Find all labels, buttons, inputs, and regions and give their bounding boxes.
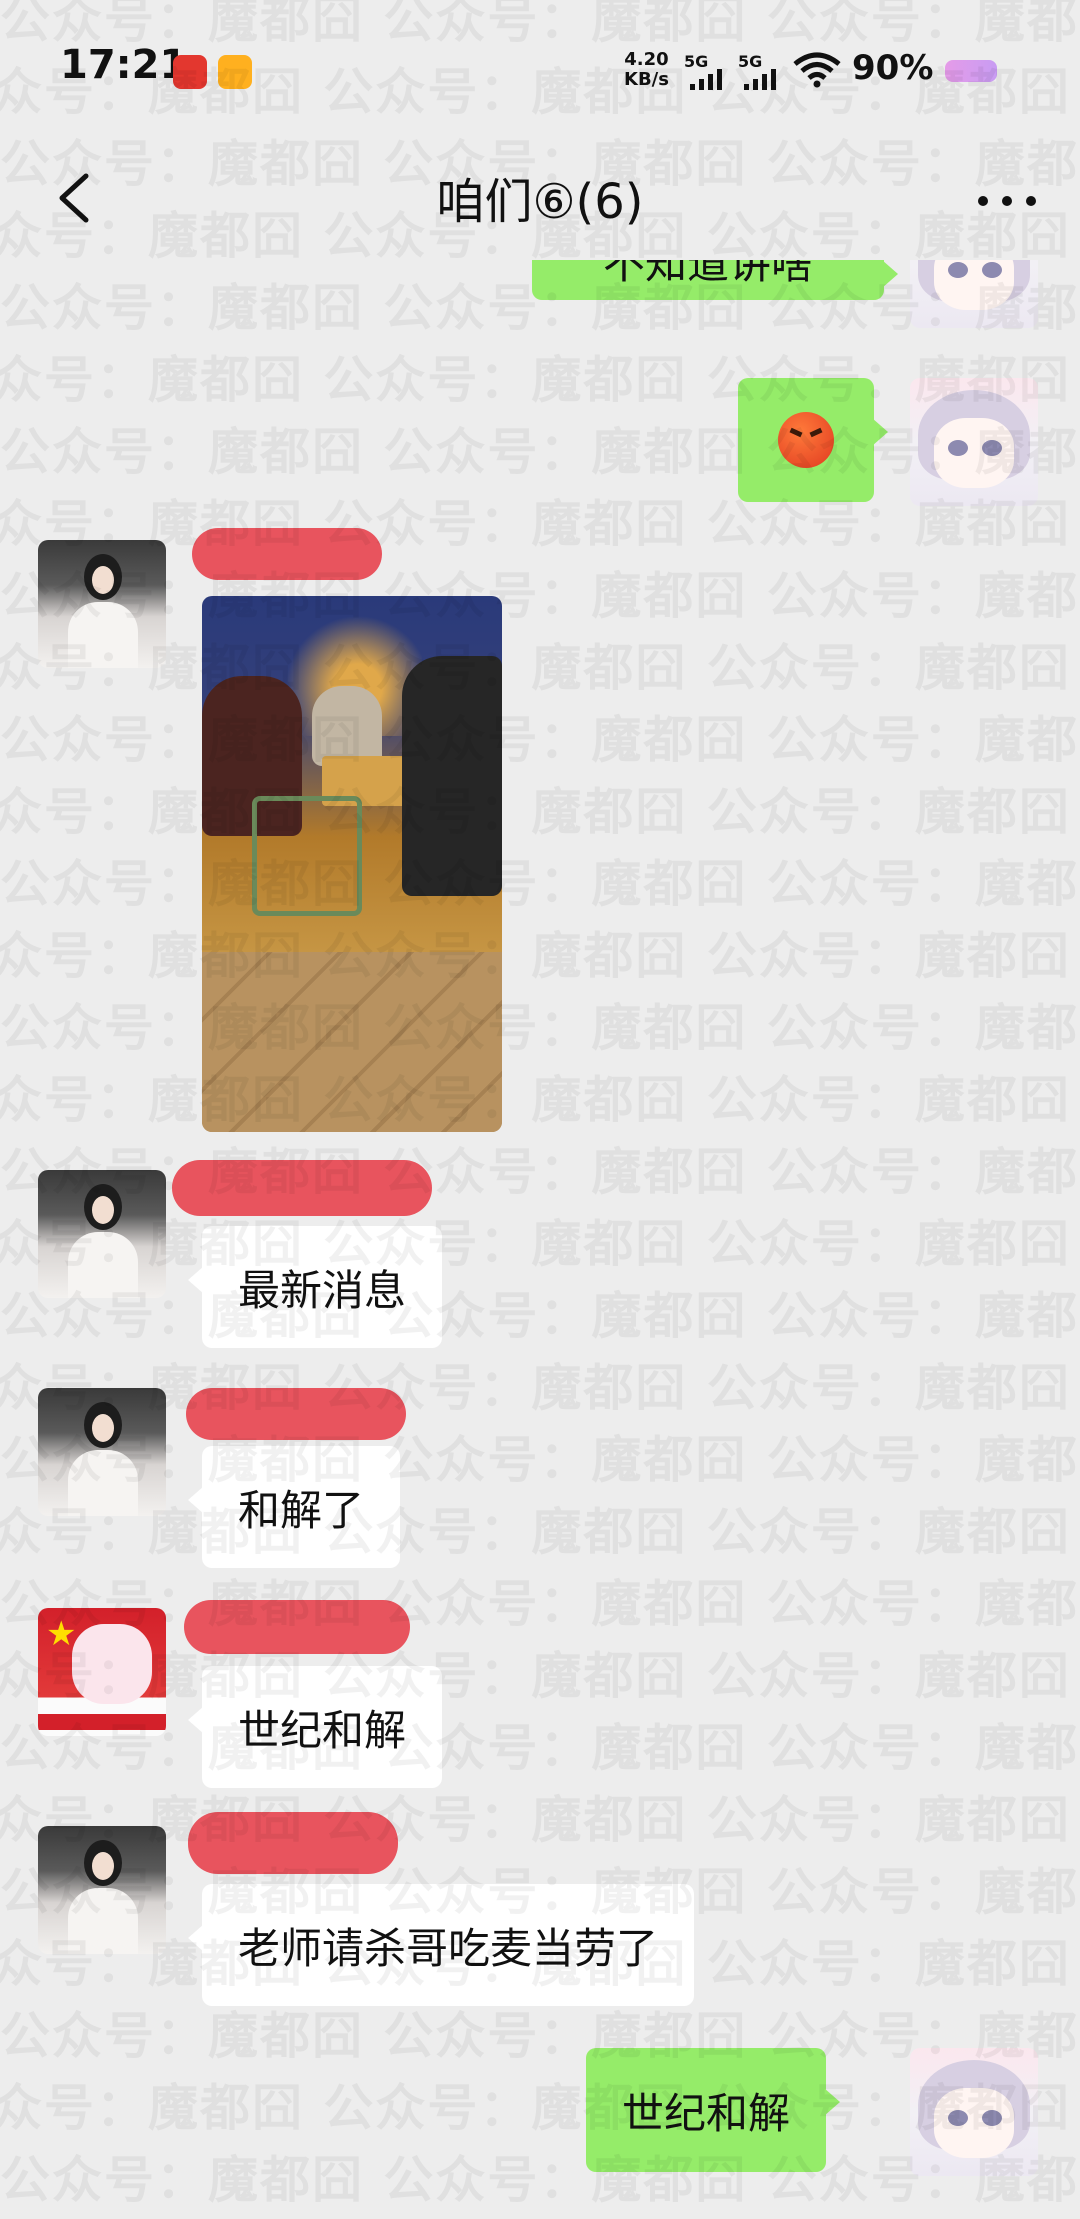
wifi-icon	[793, 52, 841, 88]
message-bubble-out[interactable]	[738, 378, 888, 502]
sender-avatar[interactable]	[38, 540, 166, 668]
status-bar: 17:21 4.20 KB/s 5G 5G 90%	[0, 0, 1080, 140]
message-bubble-out[interactable]: 世纪和解	[586, 2048, 841, 2172]
sender-avatar[interactable]	[38, 1826, 166, 1954]
notification-app-icon	[218, 55, 252, 89]
angry-face-icon	[778, 412, 834, 468]
message-bubble-in[interactable]: 最新消息	[187, 1226, 443, 1348]
signal-sim1-icon: 5G	[684, 52, 736, 90]
redacted-sender-name	[184, 1600, 410, 1654]
battery-percentage: 90%	[852, 48, 934, 88]
notification-app-icon	[173, 55, 207, 89]
more-options-icon[interactable]	[972, 170, 1042, 230]
redacted-sender-name	[192, 528, 382, 580]
chat-title: 咱们⑥(6)	[436, 174, 644, 230]
message-bubble-in[interactable]: 老师请杀哥吃麦当劳了	[187, 1884, 695, 2006]
redacted-sender-name	[186, 1388, 406, 1440]
message-bubble-in[interactable]: 和解了	[187, 1446, 401, 1568]
message-list[interactable]: 不知道讲啥 最新消息 和解了 ★ 世纪和解 老师请杀哥吃麦当劳了 世纪和解	[0, 200, 1080, 2219]
sender-avatar[interactable]	[38, 1170, 166, 1298]
message-image[interactable]	[202, 596, 502, 1132]
battery-icon	[945, 60, 997, 82]
status-time: 17:21	[60, 42, 188, 88]
message-bubble-in[interactable]: 世纪和解	[187, 1666, 443, 1788]
signal-sim2-icon: 5G	[738, 52, 790, 90]
sender-avatar[interactable]: ★	[38, 1608, 166, 1736]
network-speed: 4.20 KB/s	[624, 49, 669, 90]
chat-screen: 17:21 4.20 KB/s 5G 5G 90% 咱们⑥(6) 不知道讲啥 最…	[0, 0, 1080, 2219]
sender-avatar[interactable]	[38, 1388, 166, 1516]
chat-header: 咱们⑥(6)	[0, 140, 1080, 260]
my-avatar[interactable]	[910, 378, 1038, 506]
my-avatar[interactable]	[910, 2048, 1038, 2176]
redacted-sender-name	[172, 1160, 432, 1216]
redacted-sender-name	[188, 1812, 398, 1874]
